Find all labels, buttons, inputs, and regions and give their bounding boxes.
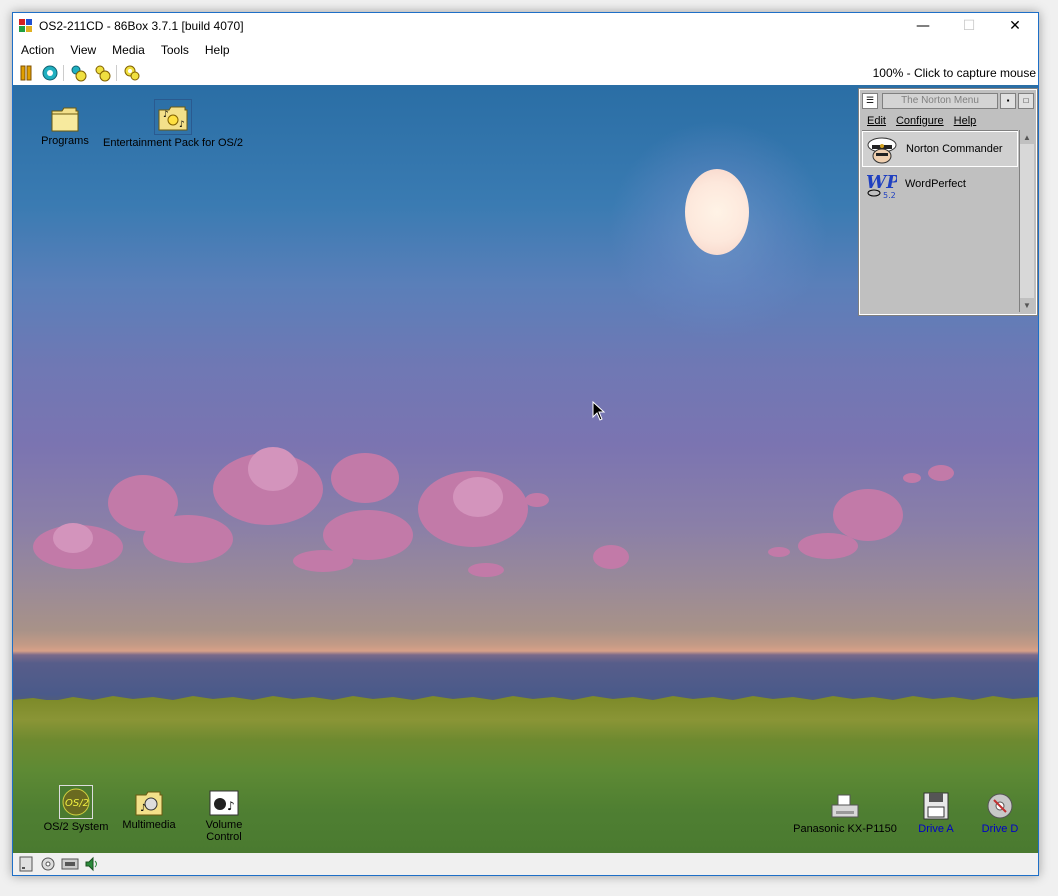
settings-icon[interactable] xyxy=(121,63,143,83)
toolbar-separator xyxy=(116,64,117,81)
cloud xyxy=(248,447,298,491)
multimedia-label: Multimedia xyxy=(122,819,176,831)
network-icon[interactable] xyxy=(61,856,79,872)
svg-text:♪: ♪ xyxy=(163,110,169,120)
svg-text:♪: ♪ xyxy=(227,799,235,813)
programs-label: Programs xyxy=(41,135,89,147)
menu-bar: Action View Media Tools Help xyxy=(13,39,1038,60)
drive-a-label: Drive A xyxy=(918,823,954,835)
norton-commander-label: Norton Commander xyxy=(906,143,1003,155)
printer-object[interactable]: Panasonic KX-P1150 xyxy=(791,793,899,835)
os2-system-folder[interactable]: OS/2 OS/2 System xyxy=(41,785,111,833)
menu-tools[interactable]: Tools xyxy=(153,43,197,57)
cd-drive-icon xyxy=(985,791,1015,821)
norton-commander-icon xyxy=(867,137,897,164)
ctrl-alt-del-icon[interactable] xyxy=(68,63,90,83)
wordperfect-item[interactable]: WP 5.2 WordPerfect xyxy=(862,167,1018,201)
svg-text:WP: WP xyxy=(866,172,897,193)
capture-mouse-status[interactable]: 100% - Click to capture mouse xyxy=(873,66,1036,80)
svg-text:♪: ♪ xyxy=(179,120,185,130)
toolbar-separator xyxy=(63,64,64,81)
maximize-button[interactable]: ☐ xyxy=(946,13,992,39)
wordperfect-icon: WP 5.2 xyxy=(866,172,897,200)
menu-media[interactable]: Media xyxy=(104,43,153,57)
norton-menu-edit[interactable]: Edit xyxy=(862,115,891,127)
volume-control-icon: ♪ xyxy=(209,789,239,817)
cloud xyxy=(468,563,504,577)
cloud xyxy=(293,550,353,572)
menu-action[interactable]: Action xyxy=(13,43,62,57)
sound-icon[interactable] xyxy=(83,856,101,872)
entertainment-pack-folder[interactable]: ♪ ♪ Entertainment Pack for OS/2 xyxy=(103,99,243,149)
maximize-icon[interactable]: □ xyxy=(1018,92,1034,109)
volume-control-label-line1: Volume xyxy=(205,819,243,831)
entertainment-folder-icon: ♪ ♪ xyxy=(154,99,192,135)
cloud xyxy=(928,465,954,481)
scroll-down-icon[interactable]: ▼ xyxy=(1020,298,1034,312)
minimize-icon[interactable]: ▪ xyxy=(1000,92,1016,109)
cloud xyxy=(525,493,549,507)
multimedia-folder[interactable]: ♪ Multimedia xyxy=(118,789,180,831)
os2-system-icon: OS/2 xyxy=(59,785,93,819)
printer-icon xyxy=(830,793,860,821)
floppy-drive-icon xyxy=(922,791,950,821)
multimedia-icon: ♪ xyxy=(134,789,164,817)
cd-icon[interactable] xyxy=(39,856,57,872)
cloud xyxy=(798,533,858,559)
svg-text:♪: ♪ xyxy=(140,803,146,814)
drive-a-object[interactable]: Drive A xyxy=(913,791,959,835)
wordperfect-label: WordPerfect xyxy=(905,178,966,190)
drive-d-object[interactable]: Drive D xyxy=(977,791,1023,835)
close-button[interactable]: ✕ xyxy=(992,13,1038,39)
cloud xyxy=(331,453,399,503)
window-title: OS2-211CD - 86Box 3.7.1 [build 4070] xyxy=(39,19,244,33)
os2-system-label: OS/2 System xyxy=(43,821,109,833)
cloud xyxy=(143,515,233,563)
emulated-screen[interactable]: Programs ♪ ♪ Entertainment Pack for OS/2 … xyxy=(13,85,1038,853)
entertainment-pack-label: Entertainment Pack for OS/2 xyxy=(103,137,244,149)
pause-icon[interactable] xyxy=(15,63,37,83)
norton-menu-bar: Edit Configure Help xyxy=(862,112,1034,129)
cloud xyxy=(53,523,93,553)
minimize-button[interactable]: — xyxy=(900,13,946,39)
cloud xyxy=(768,547,790,557)
folder-icon xyxy=(50,105,80,133)
cloud xyxy=(833,489,903,541)
norton-menu-scrollbar[interactable]: ▲ ▼ xyxy=(1019,130,1034,312)
norton-commander-item[interactable]: Norton Commander xyxy=(862,131,1018,167)
scroll-up-icon[interactable]: ▲ xyxy=(1020,130,1034,144)
volume-control-program[interactable]: ♪ Volume Control xyxy=(193,789,255,843)
toolbar: 100% - Click to capture mouse xyxy=(13,60,1038,85)
printer-label: Panasonic KX-P1150 xyxy=(793,823,897,835)
svg-text:5.2: 5.2 xyxy=(883,191,896,200)
hard-disk-icon[interactable] xyxy=(17,856,35,872)
programs-folder[interactable]: Programs xyxy=(37,105,93,147)
ctrl-alt-esc-icon[interactable] xyxy=(92,63,114,83)
moon xyxy=(685,169,749,255)
reset-icon[interactable] xyxy=(39,63,61,83)
svg-text:OS/2: OS/2 xyxy=(65,798,89,809)
status-bar xyxy=(13,853,1038,875)
mouse-pointer-icon xyxy=(592,401,606,421)
norton-menu-title: The Norton Menu xyxy=(882,92,998,109)
volume-control-label-line2: Control xyxy=(206,831,242,843)
menu-view[interactable]: View xyxy=(62,43,104,57)
cloud xyxy=(903,473,921,483)
system-menu-icon[interactable]: ☰ xyxy=(862,92,878,109)
title-bar[interactable]: OS2-211CD - 86Box 3.7.1 [build 4070] — ☐… xyxy=(13,13,1038,39)
drive-d-label: Drive D xyxy=(981,823,1019,835)
norton-menu-list: Norton Commander WP 5.2 WordPerfect xyxy=(862,130,1018,313)
norton-menu-titlebar[interactable]: ☰ The Norton Menu ▪ □ xyxy=(862,92,1034,109)
norton-menu-help[interactable]: Help xyxy=(949,115,982,127)
cloud xyxy=(453,477,503,517)
86box-app-icon xyxy=(19,19,33,33)
emulator-window: OS2-211CD - 86Box 3.7.1 [build 4070] — ☐… xyxy=(12,12,1039,876)
menu-help[interactable]: Help xyxy=(197,43,238,57)
norton-menu-window: ☰ The Norton Menu ▪ □ Edit Configure Hel… xyxy=(858,88,1038,316)
cloud xyxy=(593,545,629,569)
norton-menu-configure[interactable]: Configure xyxy=(891,115,949,127)
